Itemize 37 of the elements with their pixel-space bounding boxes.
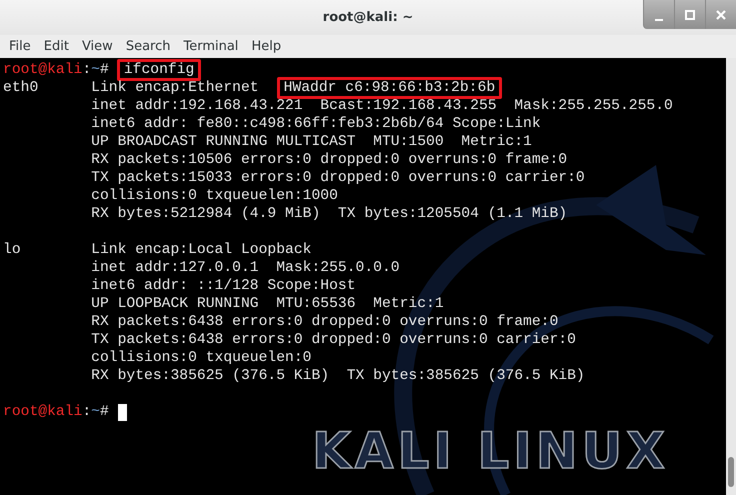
close-button[interactable] [705,0,736,29]
output-text: HWaddr c6:98:66:b3:2b:6b [276,77,502,99]
menu-item[interactable]: Edit [38,39,77,54]
maximize-icon [684,8,696,20]
output-text: inet6 addr: fe80::c498:66ff:feb3:2b6b/64 Scope:Link [91,116,541,132]
output-text: Link encap:Ethernet [91,80,259,96]
output-text: TX packets:15033 errors:0 dropped:0 overruns:0 carrier:0 [91,170,585,186]
output-text: collisions:0 txqueuelen:0 [91,350,312,366]
wallpaper-logo-text: KALI LINUX [312,426,669,476]
menu-item[interactable]: Search [120,39,178,54]
output-text: collisions:0 txqueuelen:1000 [91,188,338,204]
menu-item[interactable]: Help [246,39,290,54]
output-text: RX bytes:5212984 (4.9 MiB) TX bytes:1205504 (1.1 MiB) [91,206,568,222]
close-icon [715,8,727,20]
command-text: ifconfig [116,59,202,81]
minimize-icon [655,18,663,20]
scrollbar-thumb[interactable] [728,457,734,487]
output-text: inet6 addr: ::1/128 Scope:Host [91,278,356,294]
interface-name: eth0 [3,80,38,96]
interface-name: lo [3,242,21,258]
output-text: inet addr:192.168.43.221 Bcast:192.168.43.255 Mask:255.255.255.0 [91,98,673,114]
output-text: Link encap:Local Loopback [91,242,312,258]
output-text: inet addr:127.0.0.1 Mask:255.0.0.0 [91,260,400,276]
output-text: RX packets:6438 errors:0 dropped:0 overruns:0 frame:0 [91,314,558,330]
output-text: UP BROADCAST RUNNING MULTICAST MTU:1500 Metric:1 [91,134,532,150]
maximize-button[interactable] [674,0,705,29]
shell-prompt: root@kali:~# [3,404,109,420]
output-text: TX packets:6438 errors:0 dropped:0 overruns:0 carrier:0 [91,332,576,348]
output-text: RX packets:10506 errors:0 dropped:0 overruns:0 frame:0 [91,152,568,168]
menu-item[interactable]: Terminal [178,39,246,54]
window-title: root@kali: ~ [322,10,414,25]
menu-item[interactable]: View [76,39,121,54]
minimize-button[interactable] [643,0,674,29]
output-text: UP LOOPBACK RUNNING MTU:65536 Metric:1 [91,296,444,312]
menu-item[interactable]: File [4,39,39,54]
output-text: RX bytes:385625 (376.5 KiB) TX bytes:385625 (376.5 KiB) [91,368,585,384]
shell-prompt: root@kali:~# [3,62,109,78]
